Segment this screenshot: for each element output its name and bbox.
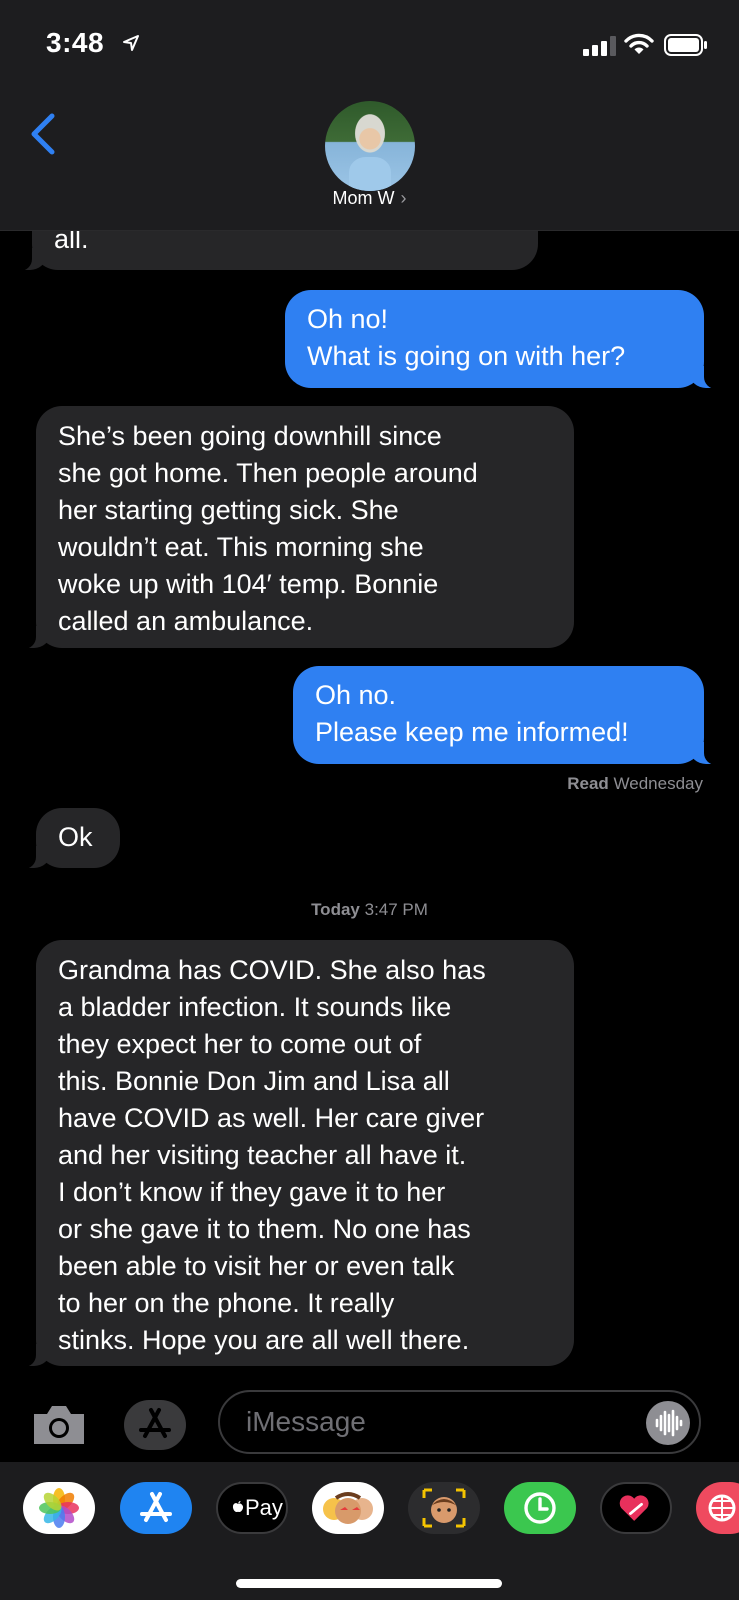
back-chevron-icon[interactable] [28,112,58,156]
message-bubble-sent[interactable]: Oh no! What is going on with her? [285,290,726,389]
message-line: to her on the phone. It really [58,1288,395,1318]
timestamp-day: Today [311,900,360,919]
conversation-timestamp: Today 3:47 PM [0,900,739,920]
message-line: she got home. Then people around [58,458,478,488]
app-store-icon [140,1492,172,1522]
status-time: 3:48 [46,27,105,58]
app-web-search[interactable] [696,1482,739,1534]
message-line: I don’t know if they gave it to her [58,1177,446,1207]
photos-icon [39,1488,79,1528]
conversation-header: 3:48 Mom W › [0,0,739,231]
message-line: woke up with 104′ temp. Bonnie [58,569,439,599]
contact-avatar[interactable] [325,101,415,191]
input-placeholder: iMessage [246,1406,366,1437]
message-line: and her visiting teacher all have it. [58,1140,467,1170]
wifi-icon [624,33,654,54]
message-line: called an ambulance. [58,606,314,636]
message-line: have COVID as well. Her care giver [58,1103,485,1133]
imessage-input[interactable]: iMessage [218,1390,701,1454]
message-line: this. Bonnie Don Jim and Lisa all [58,1066,450,1096]
app-animoji[interactable] [408,1482,480,1534]
message-line: a bladder infection. It sounds like [58,992,452,1022]
waveform-icon [655,1409,683,1437]
clock-icon [524,1492,556,1524]
contact-name[interactable]: Mom W › [0,188,739,209]
app-memoji-stickers[interactable] [312,1482,384,1534]
message-bubble-received[interactable]: Grandma has COVID. She also has a bladde… [14,940,574,1367]
app-apple-pay[interactable]: Pay [216,1482,288,1534]
read-receipt: Read Wednesday [567,774,703,794]
message-line: they expect her to come out of [58,1029,422,1059]
app-screen-time[interactable] [504,1482,576,1534]
message-line: been able to visit her or even talk [58,1251,455,1281]
read-label: Read [567,774,609,793]
contact-name-label: Mom W [332,188,395,208]
audio-message-button[interactable] [646,1401,690,1445]
heart-touch-icon [619,1495,649,1521]
message-line: What is going on with her? [307,341,626,371]
message-line: wouldn’t eat. This morning she [58,532,424,562]
message-line: stinks. Hope you are all well there. [58,1325,470,1355]
camera-icon[interactable] [30,1402,88,1446]
message-line: She’s been going downhill since [58,421,442,451]
timestamp-time: 3:47 PM [364,900,428,919]
cellular-signal-icon [583,36,616,56]
avatar-figure [349,157,391,191]
battery-icon [664,34,707,56]
animoji-icon [422,1488,466,1528]
message-bubble-received[interactable]: She’s been going downhill since she got … [14,406,574,649]
chevron-right-icon: › [400,188,407,208]
message-bubble-sent[interactable]: Oh no. Please keep me informed! [293,666,726,765]
message-bubble-received[interactable]: Ok [14,808,120,869]
apple-pay-label: Pay [245,1495,283,1520]
globe-icon [708,1494,736,1522]
message-line: Oh no. [315,680,397,710]
read-when: Wednesday [613,774,703,793]
app-store-button[interactable] [124,1400,186,1450]
home-indicator[interactable] [236,1579,502,1588]
app-store-icon [139,1408,171,1438]
message-line: Grandma has COVID. She also has [58,955,486,985]
message-line: Ok [58,822,93,852]
location-arrow-icon [123,35,139,51]
app-photos[interactable] [23,1482,95,1534]
message-line: her starting getting sick. She [58,495,399,525]
memoji-stickers-icon [323,1492,373,1524]
message-line: Oh no! [307,304,389,334]
message-line: Please keep me informed! [315,717,629,747]
message-line: or she gave it to them. No one has [58,1214,471,1244]
app-app-store[interactable] [120,1482,192,1534]
app-digital-touch[interactable] [600,1482,672,1534]
